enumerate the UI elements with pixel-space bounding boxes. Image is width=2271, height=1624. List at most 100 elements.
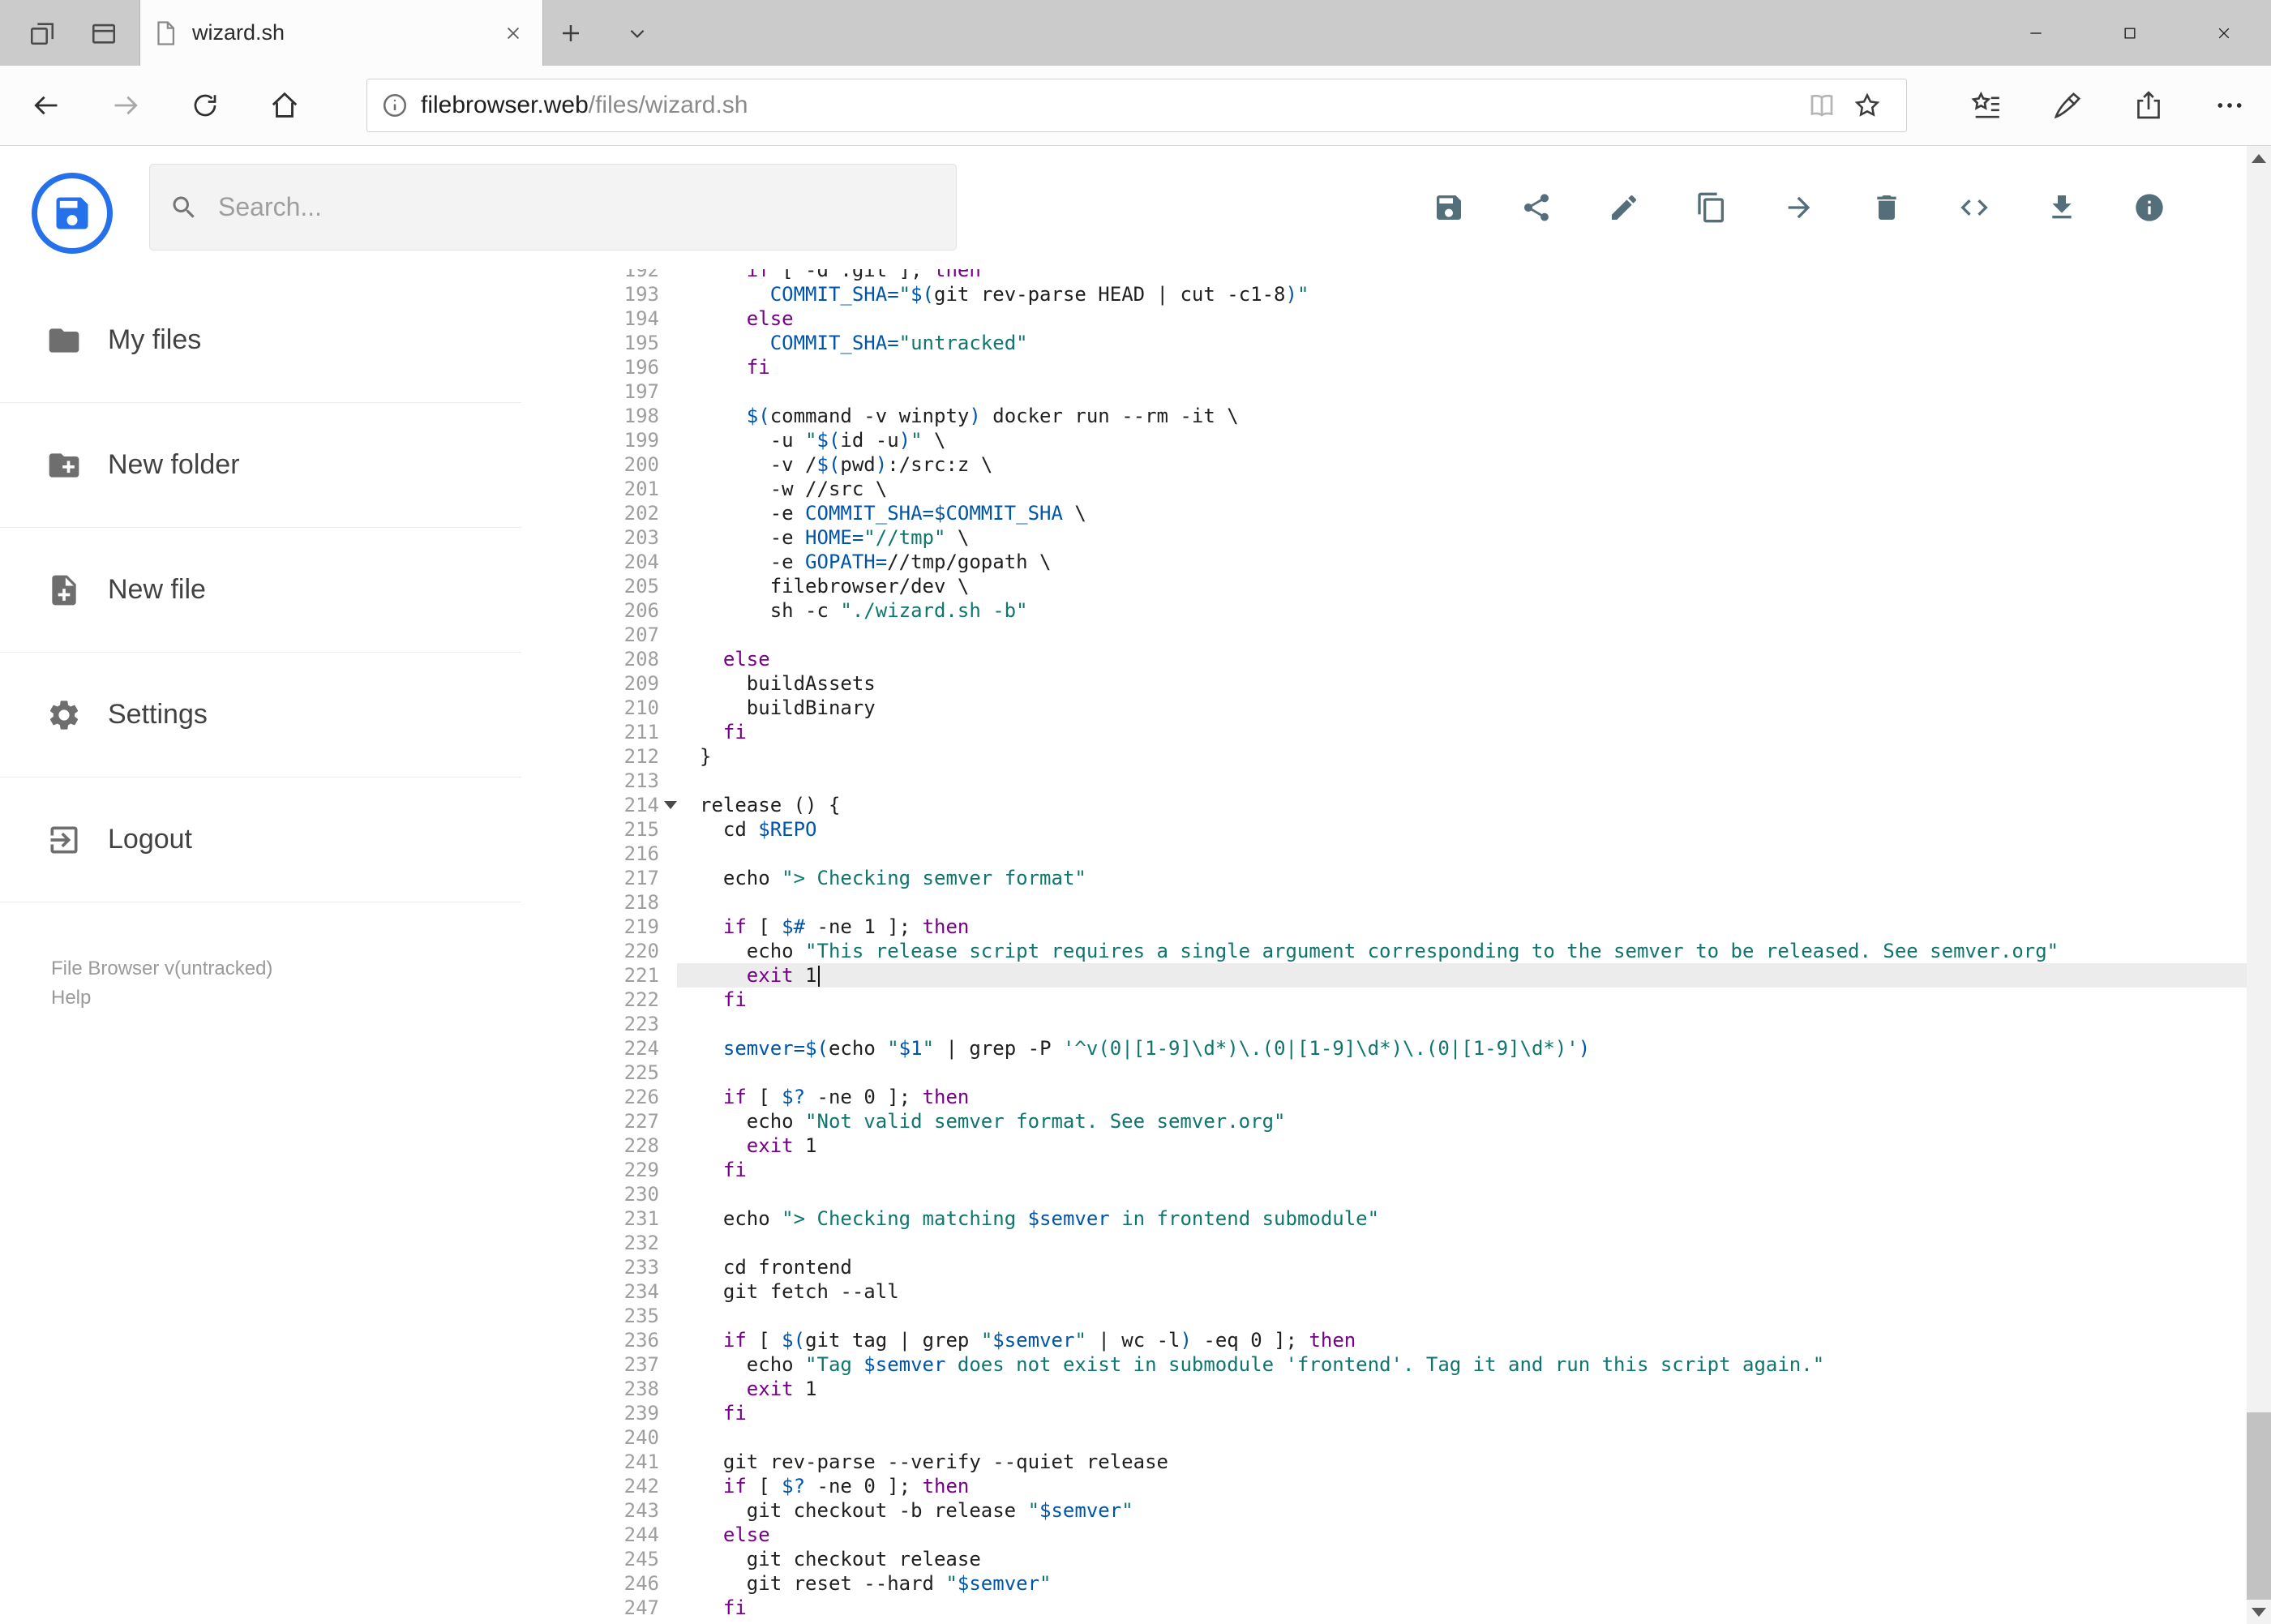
code-line[interactable]: 203 -e HOME="//tmp" \	[521, 525, 2247, 550]
code-line[interactable]: 241 git rev-parse --verify --quiet relea…	[521, 1450, 2247, 1474]
address-bar[interactable]: filebrowser.web/files/wizard.sh	[366, 79, 1907, 132]
code-text[interactable]: exit 1	[677, 1133, 2247, 1158]
code-line[interactable]: 201 -w //src \	[521, 477, 2247, 501]
code-line[interactable]: 218	[521, 890, 2247, 915]
code-text[interactable]: buildBinary	[677, 696, 2247, 720]
code-text[interactable]: COMMIT_SHA="$(git rev-parse HEAD | cut -…	[677, 282, 2247, 306]
delete-button[interactable]	[1858, 178, 1916, 237]
code-text[interactable]: cd $REPO	[677, 817, 2247, 842]
code-text[interactable]: COMMIT_SHA="untracked"	[677, 331, 2247, 355]
code-line[interactable]: 202 -e COMMIT_SHA=$COMMIT_SHA \	[521, 501, 2247, 525]
code-text[interactable]: git checkout release	[677, 1547, 2247, 1571]
code-line[interactable]: 219 if [ $# -ne 1 ]; then	[521, 915, 2247, 939]
code-text[interactable]: if [ $? -ne 0 ]; then	[677, 1474, 2247, 1498]
code-text[interactable]	[677, 1425, 2247, 1450]
refresh-button[interactable]	[179, 79, 231, 131]
code-line[interactable]: 204 -e GOPATH=//tmp/gopath \	[521, 550, 2247, 574]
rename-button[interactable]	[1595, 178, 1653, 237]
code-line[interactable]: 206 sh -c "./wizard.sh -b"	[521, 598, 2247, 623]
code-line[interactable]: 238 exit 1	[521, 1377, 2247, 1401]
code-line[interactable]: 243 git checkout -b release "$semver"	[521, 1498, 2247, 1523]
code-text[interactable]: cd frontend	[677, 1255, 2247, 1279]
new-tab-button[interactable]	[548, 11, 593, 56]
code-text[interactable]	[677, 1061, 2247, 1085]
code-text[interactable]: $(command -v winpty) docker run --rm -it…	[677, 404, 2247, 428]
code-text[interactable]: git rev-parse --verify --quiet release	[677, 1450, 2247, 1474]
tab-close-button[interactable]	[499, 19, 528, 48]
code-line[interactable]: 236 if [ $(git tag | grep "$semver" | wc…	[521, 1328, 2247, 1352]
code-line[interactable]: 215 cd $REPO	[521, 817, 2247, 842]
code-text[interactable]: fi	[677, 988, 2247, 1012]
code-line[interactable]: 229 fi	[521, 1158, 2247, 1182]
code-text[interactable]: echo "This release script requires a sin…	[677, 939, 2247, 963]
save-button[interactable]	[1420, 178, 1478, 237]
code-line[interactable]: 224 semver=$(echo "$1" | grep -P '^v(0|[…	[521, 1036, 2247, 1061]
code-text[interactable]: git checkout -b release "$semver"	[677, 1498, 2247, 1523]
sidebar-item-logout[interactable]: Logout	[0, 778, 521, 902]
code-text[interactable]: else	[677, 1523, 2247, 1547]
code-line[interactable]: 226 if [ $? -ne 0 ]; then	[521, 1085, 2247, 1109]
code-line[interactable]: 197	[521, 379, 2247, 404]
code-line[interactable]: 212}	[521, 744, 2247, 769]
code-text[interactable]	[677, 1012, 2247, 1036]
url-text[interactable]: filebrowser.web/files/wizard.sh	[421, 92, 748, 119]
copy-button[interactable]	[1682, 178, 1741, 237]
code-line[interactable]: 207	[521, 623, 2247, 647]
code-line[interactable]: 198 $(command -v winpty) docker run --rm…	[521, 404, 2247, 428]
code-line[interactable]: 199 -u "$(id -u)" \	[521, 428, 2247, 452]
code-editor[interactable]: 192 if [ -d .git ]; then 193 COMMIT_SHA="…	[521, 269, 2247, 1624]
code-line[interactable]: 220 echo "This release script requires a…	[521, 939, 2247, 963]
code-line[interactable]: 227 echo "Not valid semver format. See s…	[521, 1109, 2247, 1133]
code-line[interactable]: 247 fi	[521, 1596, 2247, 1620]
code-text[interactable]: echo "Tag $semver does not exist in subm…	[677, 1352, 2247, 1377]
code-text[interactable]	[677, 1304, 2247, 1328]
code-text[interactable]: git reset --hard "$semver"	[677, 1571, 2247, 1596]
code-text[interactable]: if [ $# -ne 1 ]; then	[677, 915, 2247, 939]
code-text[interactable]	[677, 623, 2247, 647]
code-text[interactable]: echo "> Checking semver format"	[677, 866, 2247, 890]
back-button[interactable]	[20, 79, 72, 131]
code-text[interactable]	[677, 1182, 2247, 1206]
code-text[interactable]: fi	[677, 1401, 2247, 1425]
share-page-button[interactable]	[2123, 79, 2175, 131]
sidebar-item-my-files[interactable]: My files	[0, 278, 521, 403]
code-text[interactable]: -v /$(pwd):/src:z \	[677, 452, 2247, 477]
code-line[interactable]: 235	[521, 1304, 2247, 1328]
code-text[interactable]: else	[677, 306, 2247, 331]
code-text[interactable]: exit 1	[677, 1377, 2247, 1401]
code-text[interactable]: fi	[677, 355, 2247, 379]
code-text[interactable]: -e GOPATH=//tmp/gopath \	[677, 550, 2247, 574]
code-text[interactable]: -e COMMIT_SHA=$COMMIT_SHA \	[677, 501, 2247, 525]
code-line[interactable]: 223	[521, 1012, 2247, 1036]
code-text[interactable]	[677, 379, 2247, 404]
code-line[interactable]: 233 cd frontend	[521, 1255, 2247, 1279]
web-note-button[interactable]	[2042, 79, 2093, 131]
browser-tab[interactable]: wizard.sh	[139, 0, 543, 66]
code-line[interactable]: 234 git fetch --all	[521, 1279, 2247, 1304]
tab-list-dropdown-button[interactable]	[615, 11, 660, 56]
code-line[interactable]: 239 fi	[521, 1401, 2247, 1425]
tabs-set-aside-button[interactable]	[19, 11, 65, 56]
code-line[interactable]: 230	[521, 1182, 2247, 1206]
code-line[interactable]: 237 echo "Tag $semver does not exist in …	[521, 1352, 2247, 1377]
sidebar-item-new-folder[interactable]: New folder	[0, 403, 521, 528]
settings-more-button[interactable]	[2204, 79, 2256, 131]
code-text[interactable]: fi	[677, 1596, 2247, 1620]
code-text[interactable]	[677, 769, 2247, 793]
code-line[interactable]: 210 buildBinary	[521, 696, 2247, 720]
scrollbar-down-arrow[interactable]	[2247, 1600, 2271, 1624]
code-text[interactable]: release () {	[677, 793, 2247, 817]
code-line[interactable]: 200 -v /$(pwd):/src:z \	[521, 452, 2247, 477]
filebrowser-logo[interactable]	[32, 173, 113, 254]
code-line[interactable]: 232	[521, 1231, 2247, 1255]
sidebar-item-new-file[interactable]: New file	[0, 528, 521, 653]
minimize-button[interactable]	[1989, 0, 2083, 66]
code-text[interactable]	[677, 842, 2247, 866]
code-text[interactable]: if [ $? -ne 0 ]; then	[677, 1085, 2247, 1109]
move-button[interactable]	[1770, 178, 1828, 237]
site-info-icon[interactable]	[380, 91, 409, 120]
code-text[interactable]: semver=$(echo "$1" | grep -P '^v(0|[1-9]…	[677, 1036, 2247, 1061]
add-favorite-button[interactable]	[1845, 83, 1890, 128]
code-line[interactable]: 231 echo "> Checking matching $semver in…	[521, 1206, 2247, 1231]
share-button[interactable]	[1507, 178, 1566, 237]
